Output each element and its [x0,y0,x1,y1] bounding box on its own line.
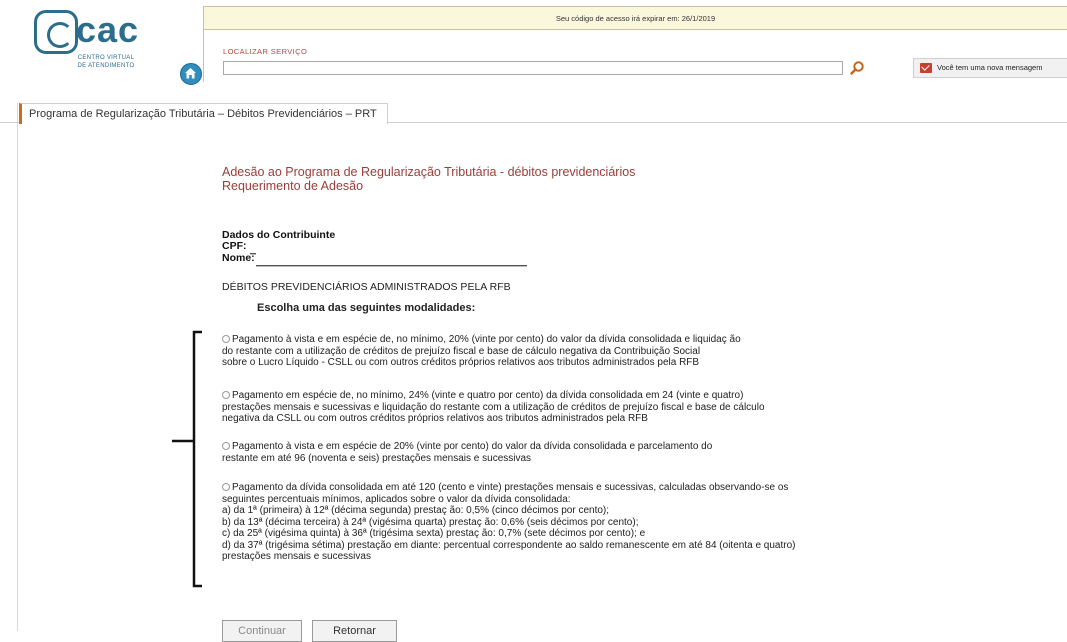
continue-button[interactable]: Continuar [222,620,302,642]
new-message-button[interactable]: Você tem uma nova mensagem [913,58,1067,78]
content-left-border [17,103,18,631]
new-message-label: Você tem uma nova mensagem [937,63,1043,72]
debts-heading: DÉBITOS PREVIDENCIÁRIOS ADMINISTRADOS PE… [222,281,511,293]
page-subtitle: Requerimento de Adesão [222,179,364,193]
radio-modality-2[interactable] [222,391,230,399]
radio-modality-1[interactable] [222,335,230,343]
option-modality-3[interactable]: Pagamento à vista e em espécie de 20% (v… [222,441,712,464]
ecac-logo[interactable]: cac CENTRO VIRTUAL DE ATENDIMENTO [30,8,202,85]
options-bracket [172,330,202,588]
access-expiry-notice: Seu código de acesso irá expirar em: 26/… [203,6,1067,30]
radio-modality-4[interactable] [222,483,230,491]
option-modality-1[interactable]: Pagamento à vista e em espécie de, no mí… [222,334,741,369]
option-modality-4[interactable]: Pagamento da dívida consolidada em até 1… [222,482,795,563]
tab-prt[interactable]: Programa de Regularização Tributária – D… [19,103,388,124]
logo-e-mark [34,10,78,54]
search-icon[interactable] [849,60,865,76]
name-label: Nome: [222,252,255,264]
logo-subtitle: CENTRO VIRTUAL DE ATENDIMENTO [77,55,135,69]
option-modality-2[interactable]: Pagamento em espécie de, no mínimo, 24% … [222,390,765,425]
name-value-redacted [256,251,527,266]
cpf-label: CPF: [222,240,247,252]
logo-text: cac [76,9,140,50]
page-title: Adesão ao Programa de Regularização Trib… [222,165,636,179]
return-button[interactable]: Retornar [312,620,397,642]
choose-modality-label: Escolha uma das seguintes modalidades: [257,302,476,314]
home-icon[interactable] [180,63,202,85]
locate-service-input[interactable] [223,61,843,75]
envelope-icon [920,63,932,73]
locate-service-label: LOCALIZAR SERVIÇO [223,47,308,56]
radio-modality-3[interactable] [222,442,230,450]
locate-service-area: LOCALIZAR SERVIÇO Você tem uma nova mens… [203,30,1067,82]
